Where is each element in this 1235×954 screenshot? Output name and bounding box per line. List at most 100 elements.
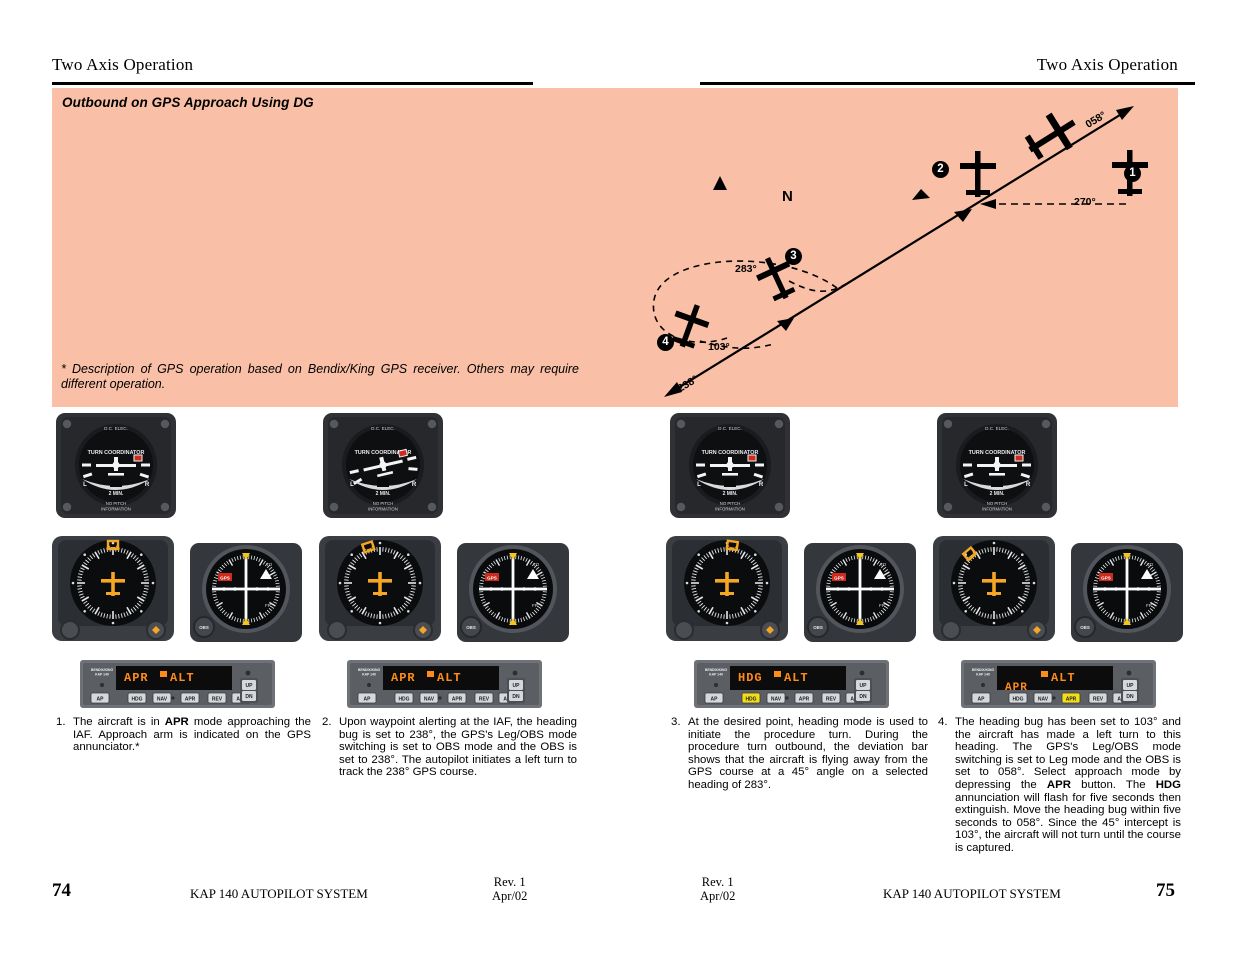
svg-text:APR: APR [799, 696, 810, 702]
svg-text:REV: REV [479, 696, 490, 702]
ap-button-dn[interactable]: DN [1123, 691, 1137, 701]
course-deviation-indicator: GPS TO FR OBS [190, 543, 302, 642]
ap-button-up[interactable]: UP [242, 680, 256, 690]
svg-text:APR: APR [1005, 682, 1028, 694]
svg-text:R: R [412, 482, 417, 488]
ap-button-dn[interactable]: DN [509, 691, 523, 701]
ap-button-ap[interactable]: AP [357, 692, 377, 704]
svg-text:NAV: NAV [424, 696, 435, 702]
svg-text:BENDIX/KING: BENDIX/KING [972, 668, 995, 672]
turn-coordinator-4: D.C. ELEC. TURN COORDINATOR L R 2 MIN. NO PIT… [937, 413, 1057, 518]
svg-text:INFORMATION: INFORMATION [715, 507, 745, 512]
ap-button-rev[interactable]: REV [821, 692, 841, 704]
svg-text:HDG: HDG [131, 696, 142, 702]
cdi-2: GPS TO FR OBS [457, 543, 569, 642]
ap-button-apr[interactable]: APR [447, 692, 467, 704]
ap-button-dn[interactable]: DN [242, 691, 256, 701]
directional-gyro [666, 536, 788, 641]
svg-text:AP: AP [97, 696, 105, 702]
svg-text:REV: REV [1093, 696, 1104, 702]
caption-3-text: At the desired point, heading mode is us… [688, 716, 928, 791]
kap140-autopilot-unit: BENDIX/KINGKAP 140APRALTAPHDGNAVAPRREVAL… [80, 660, 275, 708]
ap-button-apr[interactable]: APR [794, 692, 814, 704]
cdi-4: GPS TO FR OBS [1071, 543, 1183, 642]
ap-button-rev[interactable]: REV [1088, 692, 1108, 704]
caption-2-text: Upon waypoint alerting at the IAF, the h… [339, 716, 577, 779]
svg-text:D.C. ELEC.: D.C. ELEC. [718, 426, 742, 431]
ap-button-nav[interactable]: NAV [419, 692, 439, 704]
svg-text:AP: AP [364, 696, 372, 702]
svg-text:BENDIX/KING: BENDIX/KING [358, 668, 381, 672]
ap-button-nav[interactable]: NAV [766, 692, 786, 704]
footer-title-right: KAP 140 AUTOPILOT SYSTEM [883, 886, 1061, 901]
autopilot-unit-3[interactable]: BENDIX/KINGKAP 140HDGALTAPHDGNAVAPRREVAL… [694, 660, 889, 708]
header-rule-left [52, 82, 533, 85]
course-deviation-indicator: GPS TO FR OBS [804, 543, 916, 642]
ap-button-hdg[interactable]: HDG [741, 692, 761, 704]
ap-button-ap[interactable]: AP [90, 692, 110, 704]
svg-text:OBS: OBS [466, 625, 476, 630]
callout-4: 4 [657, 334, 674, 351]
caption-1-text: The aircraft is in APR mode approaching … [73, 716, 311, 754]
ap-button-nav[interactable]: NAV [152, 692, 172, 704]
ap-button-dn[interactable]: DN [856, 691, 870, 701]
svg-text:APR: APR [124, 671, 149, 685]
svg-text:FR: FR [879, 603, 886, 608]
ap-button-apr[interactable]: APR [1061, 692, 1081, 704]
svg-text:TO: TO [880, 562, 887, 567]
autopilot-unit-2[interactable]: BENDIX/KINGKAP 140APRALTAPHDGNAVAPRREVAL… [347, 660, 542, 708]
label-pt-outbound: 283° [735, 263, 757, 275]
ap-button-hdg[interactable]: HDG [394, 692, 414, 704]
turn-coordinator-1: D.C. ELEC. TURN COORDINATOR L R 2 MIN. NO PIT… [56, 413, 176, 518]
svg-text:HDG: HDG [738, 671, 763, 685]
ap-button-up[interactable]: UP [509, 680, 523, 690]
ap-button-ap[interactable]: AP [704, 692, 724, 704]
figure-band: Outbound on GPS Approach Using DG * Desc… [52, 88, 1178, 407]
caption-3-number: 3. [671, 716, 681, 728]
svg-text:GPS: GPS [487, 576, 497, 581]
svg-text:TO: TO [266, 562, 273, 567]
svg-text:ALT: ALT [784, 671, 809, 685]
ap-button-hdg[interactable]: HDG [127, 692, 147, 704]
turn-coordinator: D.C. ELEC.TURN COORDINATORL R2 MIN.NO PIT… [937, 413, 1057, 518]
caption-1-number: 1. [56, 716, 66, 728]
revision-number-right: Rev. 1 [701, 875, 734, 889]
ap-button-up[interactable]: UP [1123, 680, 1137, 690]
svg-text:NAV: NAV [771, 696, 782, 702]
footer-title-left: KAP 140 AUTOPILOT SYSTEM [190, 886, 368, 901]
ap-button-apr[interactable]: APR [180, 692, 200, 704]
svg-text:R: R [759, 482, 764, 488]
revision-date-right: Apr/02 [700, 889, 736, 903]
ap-button-ap[interactable]: AP [971, 692, 991, 704]
svg-text:OBS: OBS [813, 625, 823, 630]
running-head-left: Two Axis Operation [52, 55, 194, 74]
svg-text:D.C. ELEC.: D.C. ELEC. [371, 426, 395, 431]
gps-course-line [669, 109, 1129, 394]
svg-text:L: L [964, 482, 968, 488]
svg-text:DN: DN [245, 694, 253, 700]
svg-text:GPS: GPS [220, 576, 230, 581]
svg-text:NO PITCH: NO PITCH [373, 501, 394, 506]
ap-button-hdg[interactable]: HDG [1008, 692, 1028, 704]
ap-button-rev[interactable]: REV [474, 692, 494, 704]
svg-text:KAP 140: KAP 140 [95, 673, 109, 677]
approach-diagram: N 270° 238° 058° 283° 103° 1 2 3 4 [622, 88, 1178, 407]
svg-text:DN: DN [859, 694, 867, 700]
ap-button-rev[interactable]: REV [207, 692, 227, 704]
svg-text:D.C. ELEC.: D.C. ELEC. [104, 426, 128, 431]
north-label: N [782, 188, 793, 205]
autopilot-unit-1[interactable]: BENDIX/KINGKAP 140APRALTAPHDGNAVAPRREVAL… [80, 660, 275, 708]
autopilot-unit-4[interactable]: BENDIX/KINGKAP 140ALTAPRAPHDGNAVAPRREVAL… [961, 660, 1156, 708]
ap-button-nav[interactable]: NAV [1033, 692, 1053, 704]
revision-date-left: Apr/02 [492, 889, 528, 903]
page-number-left: 74 [52, 880, 71, 901]
svg-text:2 MIN.: 2 MIN. [990, 491, 1005, 497]
revision-block-left: Rev. 1 Apr/02 [492, 875, 527, 903]
svg-text:HDG: HDG [1012, 696, 1023, 702]
ap-button-up[interactable]: UP [856, 680, 870, 690]
svg-text:AP: AP [978, 696, 986, 702]
svg-text:ALT: ALT [1051, 671, 1076, 685]
svg-text:AP: AP [711, 696, 719, 702]
caption-2-number: 2. [322, 716, 332, 728]
course-deviation-indicator: GPS TO FR OBS [457, 543, 569, 642]
